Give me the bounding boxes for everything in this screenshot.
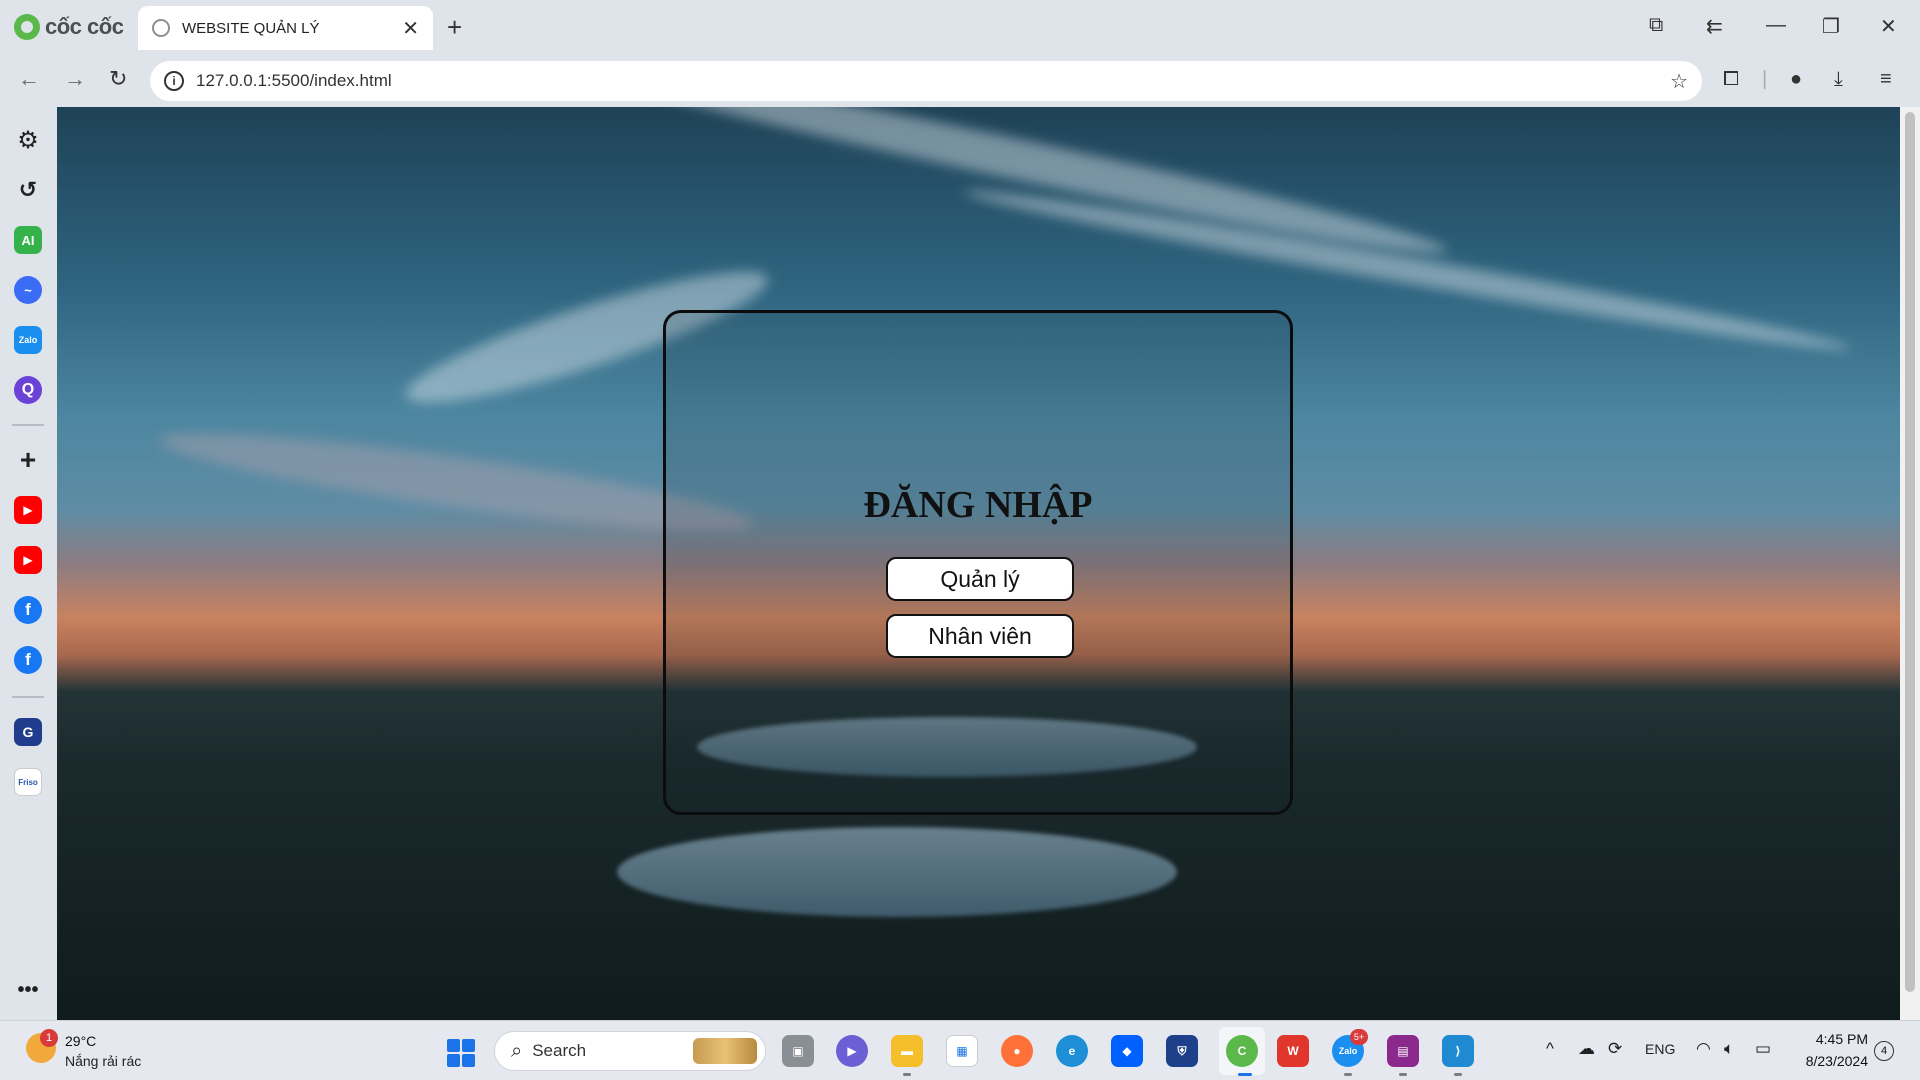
bookmark-star-icon[interactable]: ☆ <box>1670 69 1688 94</box>
more-icon[interactable]: ••• <box>14 976 42 1004</box>
login-title: ĐĂNG NHẬP <box>863 484 1093 526</box>
teams-chat-icon[interactable]: ▶ <box>836 1035 868 1067</box>
background-water <box>617 827 1177 917</box>
reload-icon[interactable]: ↻ <box>109 66 127 92</box>
start-button[interactable] <box>447 1039 475 1067</box>
new-tab-button[interactable]: + <box>447 12 462 43</box>
friso-icon[interactable]: Friso <box>14 768 42 796</box>
screen-capture-icon[interactable]: ⧉ <box>1649 14 1663 37</box>
download-icon[interactable]: ⤓ <box>1834 68 1843 91</box>
winrar-icon[interactable]: ▤ <box>1387 1035 1419 1067</box>
globe-icon <box>152 19 170 37</box>
url-text[interactable]: 127.0.0.1:5500/index.html <box>196 71 1670 91</box>
facebook-icon[interactable]: f <box>14 596 42 624</box>
profile-avatar-icon[interactable]: ● <box>1790 68 1802 91</box>
forward-icon[interactable]: → <box>64 66 86 92</box>
tab-switch-icon[interactable]: ⇇ <box>1706 14 1723 39</box>
vscode-icon[interactable]: ⟩ <box>1442 1035 1474 1067</box>
messenger-icon[interactable]: ~ <box>14 276 42 304</box>
close-window-icon[interactable]: ✕ <box>1880 14 1897 39</box>
login-card: ĐĂNG NHẬP Quản lý Nhân viên <box>663 310 1293 815</box>
weather-temperature[interactable]: 29°C <box>65 1033 96 1049</box>
friso-label: Friso <box>18 777 38 787</box>
search-highlight-image <box>693 1038 757 1064</box>
zalo-label: Zalo <box>18 335 38 345</box>
coccoc-logo-icon <box>14 14 40 40</box>
site-info-icon[interactable]: i <box>164 71 184 91</box>
restore-icon[interactable]: ❐ <box>1822 14 1840 39</box>
file-explorer-icon[interactable]: ▬ <box>891 1035 923 1067</box>
sync-icon[interactable]: ⟳ <box>1608 1039 1622 1059</box>
coccoc-taskbar-icon[interactable]: C <box>1226 1035 1258 1067</box>
notification-count[interactable]: 4 <box>1874 1041 1894 1061</box>
search-icon: ⌕ <box>511 1039 523 1062</box>
show-hidden-icons-chevron[interactable]: ^ <box>1546 1039 1554 1059</box>
dropbox-icon[interactable]: ◆ <box>1111 1035 1143 1067</box>
history-icon[interactable]: ↺ <box>14 176 42 204</box>
edge-icon[interactable]: e <box>1056 1035 1088 1067</box>
sidebar-divider <box>12 696 44 698</box>
app-running-indicator <box>1399 1073 1407 1076</box>
game-icon[interactable]: G <box>14 718 42 746</box>
close-tab-icon[interactable]: ✕ <box>402 16 419 41</box>
zalo-badge: 5+ <box>1350 1029 1368 1045</box>
task-view-icon[interactable]: ▣ <box>782 1035 814 1067</box>
logo-text: cốc cốc <box>45 14 124 39</box>
extensions-icon[interactable]: ⧠ <box>1723 68 1739 91</box>
weather-description[interactable]: Nắng rải rác <box>65 1053 141 1069</box>
ai-label: AI <box>21 232 35 248</box>
battery-icon[interactable]: ▭ <box>1755 1039 1771 1059</box>
onedrive-icon[interactable]: ☁ <box>1578 1039 1595 1059</box>
app-running-indicator <box>1344 1073 1352 1076</box>
wps-office-icon[interactable]: W <box>1277 1035 1309 1067</box>
minimize-icon[interactable]: — <box>1766 14 1786 37</box>
add-icon[interactable]: + <box>14 444 42 475</box>
search-q-icon[interactable]: Q <box>14 376 42 404</box>
microsoft-store-icon[interactable]: ▦ <box>946 1035 978 1067</box>
search-label: Search <box>532 1041 587 1060</box>
sidebar-divider <box>12 424 44 426</box>
address-bar[interactable]: i 127.0.0.1:5500/index.html ☆ <box>150 61 1702 101</box>
clock-time[interactable]: 4:45 PM <box>1798 1031 1868 1047</box>
navigation-bar: ← → ↻ i 127.0.0.1:5500/index.html ☆ ⧠ | … <box>0 56 1920 106</box>
scrollbar-thumb[interactable] <box>1905 112 1915 992</box>
app-running-indicator <box>903 1073 911 1076</box>
security-app-icon[interactable]: ⛨ <box>1166 1035 1198 1067</box>
app-active-indicator <box>1238 1073 1252 1076</box>
ai-icon[interactable]: AI <box>14 226 42 254</box>
youtube-icon[interactable]: ▶ <box>14 496 42 524</box>
toolbar-divider: | <box>1762 68 1768 90</box>
manager-login-button[interactable]: Quản lý <box>886 557 1074 601</box>
tab-active[interactable]: WEBSITE QUẢN LÝ ✕ <box>138 6 433 50</box>
coccoc-logo[interactable]: cốc cốc <box>14 14 124 40</box>
browser-titlebar: cốc cốc WEBSITE QUẢN LÝ ✕ + ⧉ ⇇ — ❐ ✕ <box>0 0 1920 56</box>
firefox-icon[interactable]: ● <box>1001 1035 1033 1067</box>
os-taskbar: 1 29°C Nắng rải rác ⌕ Search ▣ ▶ ▬ ▦ ● e… <box>0 1020 1920 1080</box>
language-indicator[interactable]: ENG <box>1645 1041 1675 1057</box>
tab-title: WEBSITE QUẢN LÝ <box>182 19 320 37</box>
zalo-icon[interactable]: Zalo <box>14 326 42 354</box>
volume-icon[interactable]: 🔈︎ <box>1724 1039 1734 1059</box>
gear-icon[interactable]: ⚙ <box>14 126 42 154</box>
browser-sidebar: ⚙ ↺ AI ~ Zalo Q + ▶ ▶ f f G Friso ••• <box>0 106 57 1020</box>
employee-login-button[interactable]: Nhân viên <box>886 614 1074 658</box>
clock-date[interactable]: 8/23/2024 <box>1790 1053 1868 1069</box>
menu-icon[interactable]: ≡ <box>1880 68 1892 91</box>
facebook-icon[interactable]: f <box>14 646 42 674</box>
taskbar-search[interactable]: ⌕ Search <box>494 1031 766 1071</box>
weather-badge: 1 <box>40 1029 58 1047</box>
app-running-indicator <box>1454 1073 1462 1076</box>
wifi-icon[interactable]: ◠ <box>1696 1039 1711 1059</box>
youtube-icon[interactable]: ▶ <box>14 546 42 574</box>
back-icon[interactable]: ← <box>18 66 40 92</box>
